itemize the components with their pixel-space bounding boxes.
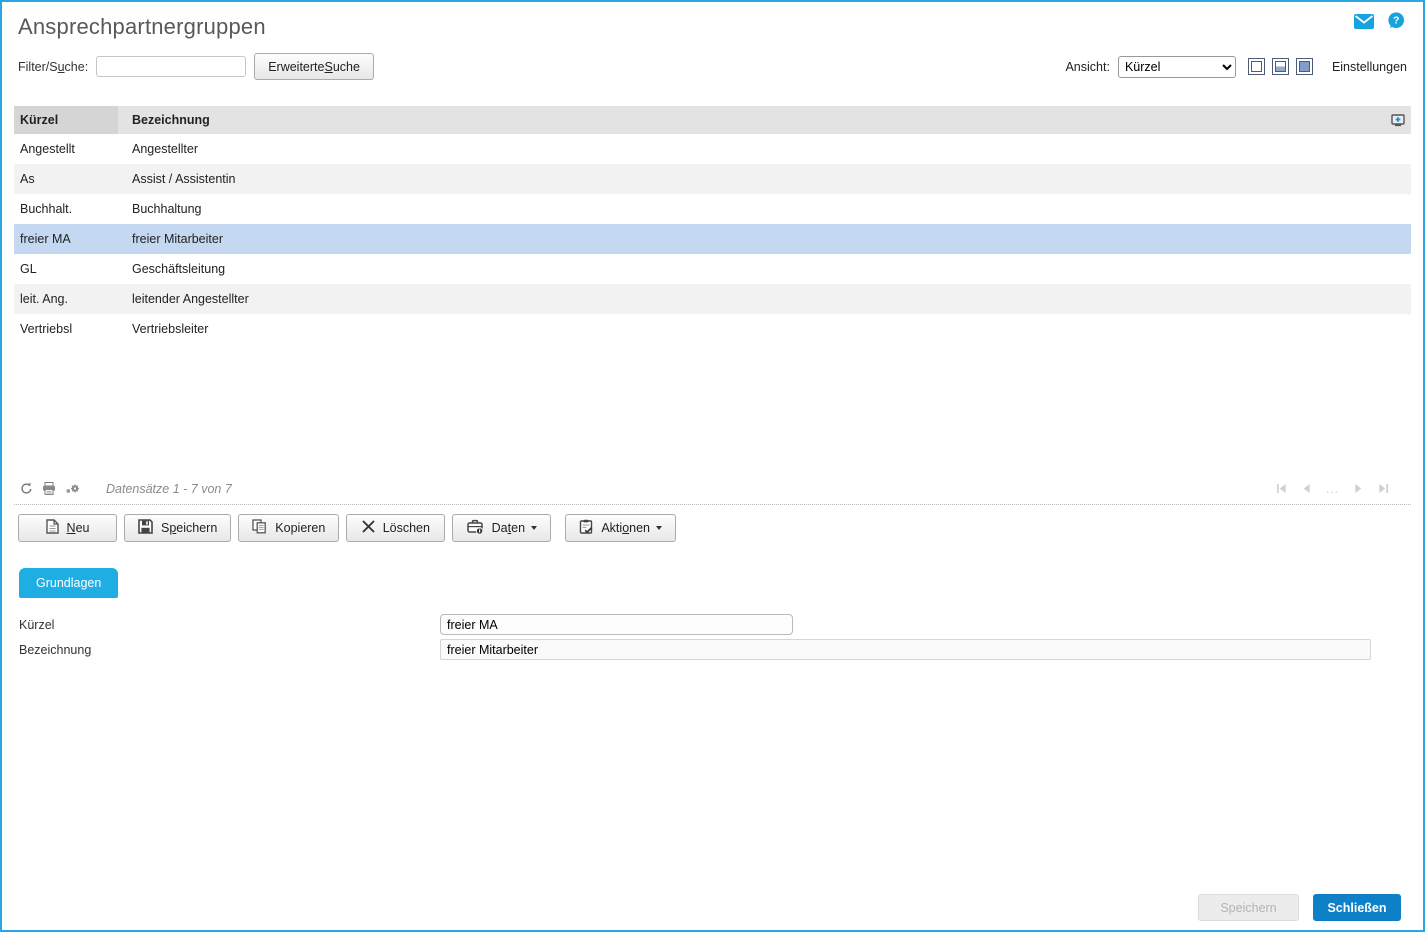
actions-icon [579,519,593,537]
refresh-icon[interactable] [20,482,33,495]
mail-icon[interactable] [1354,14,1374,29]
last-page-icon[interactable] [1378,483,1389,494]
tabbar: Grundlagen [19,568,1423,598]
title-icons: ? [1354,12,1405,30]
dropdown-caret-icon [656,526,662,530]
dropdown-caret-icon [531,526,537,530]
table-row[interactable]: GL Geschäftsleitung [14,254,1411,284]
delete-icon [362,520,375,536]
print-icon[interactable] [42,482,56,495]
table-empty-area [14,344,1411,473]
new-document-icon [46,519,59,537]
list-view-icon[interactable] [1248,58,1265,75]
bezeichnung-field[interactable] [440,639,1371,660]
app-window: Ansprechpartnergruppen ? Filter/Suche: [0,0,1425,932]
svg-text:?: ? [1393,15,1399,27]
new-button[interactable]: Neu [18,514,117,542]
copy-button[interactable]: Kopieren [238,514,339,542]
tab-grundlagen[interactable]: Grundlagen [19,568,118,598]
bezeichnung-label: Bezeichnung [2,643,440,657]
save-icon [138,519,153,537]
titlebar: Ansprechpartnergruppen ? [2,2,1423,40]
split-view-icon[interactable] [1272,58,1289,75]
gear-icon[interactable] [65,483,80,495]
prev-page-icon[interactable] [1302,483,1311,494]
data-dropdown-button[interactable]: Daten [452,514,551,542]
table-row[interactable]: As Assist / Assistentin [14,164,1411,194]
list-footer: Datensätze 1 - 7 von 7 ... [14,473,1411,505]
next-page-icon[interactable] [1354,483,1363,494]
column-header-bezeichnung[interactable]: Bezeichnung [118,113,1385,127]
save-detail-button[interactable]: Speichern [1198,894,1299,921]
view-label: Ansicht: [1065,60,1109,74]
advanced-search-button[interactable]: Erweiterte Suche [254,53,374,80]
record-list: Kürzel Bezeichnung Angestellt Angestellt… [14,106,1411,473]
data-icon [467,519,484,538]
records-info: Datensätze 1 - 7 von 7 [106,482,232,496]
delete-button[interactable]: Löschen [346,514,445,542]
column-header-kuerzel[interactable]: Kürzel [14,106,118,134]
table-row[interactable]: Buchhalt. Buchhaltung [14,194,1411,224]
table-row[interactable]: leit. Ang. leitender Angestellter [14,284,1411,314]
kuerzel-label: Kürzel [2,618,440,632]
search-input[interactable] [96,56,246,77]
help-icon[interactable]: ? [1387,12,1405,30]
table-row[interactable]: Angestellt Angestellter [14,134,1411,164]
table-header: Kürzel Bezeichnung [14,106,1411,134]
first-page-icon[interactable] [1276,483,1287,494]
detail-form: Kürzel Bezeichnung [2,612,1423,662]
toolbar: Neu Speichern Kopieren [18,514,1423,542]
filter-row: Filter/Suche: Erweiterte Suche Ansicht: … [2,53,1423,80]
pagination: ... [1276,482,1389,496]
filter-label: Filter/Suche: [18,60,88,74]
table-row-selected[interactable]: freier MA freier Mitarbeiter [14,224,1411,254]
actions-dropdown-button[interactable]: Aktionen [565,514,676,542]
detail-view-icon[interactable] [1296,58,1313,75]
table-settings-icon[interactable] [1385,114,1411,127]
bottom-action-bar: Speichern Schließen [1198,894,1401,921]
table-row[interactable]: Vertriebsl Vertriebsleiter [14,314,1411,344]
copy-icon [252,519,267,537]
settings-link[interactable]: Einstellungen [1332,60,1407,74]
view-select[interactable]: Kürzel [1118,56,1236,78]
page-title: Ansprechpartnergruppen [18,14,1407,40]
close-button[interactable]: Schließen [1313,894,1401,921]
view-toggles [1248,58,1313,75]
save-button[interactable]: Speichern [124,514,231,542]
pager-ellipsis: ... [1326,482,1339,496]
kuerzel-field[interactable] [440,614,793,635]
